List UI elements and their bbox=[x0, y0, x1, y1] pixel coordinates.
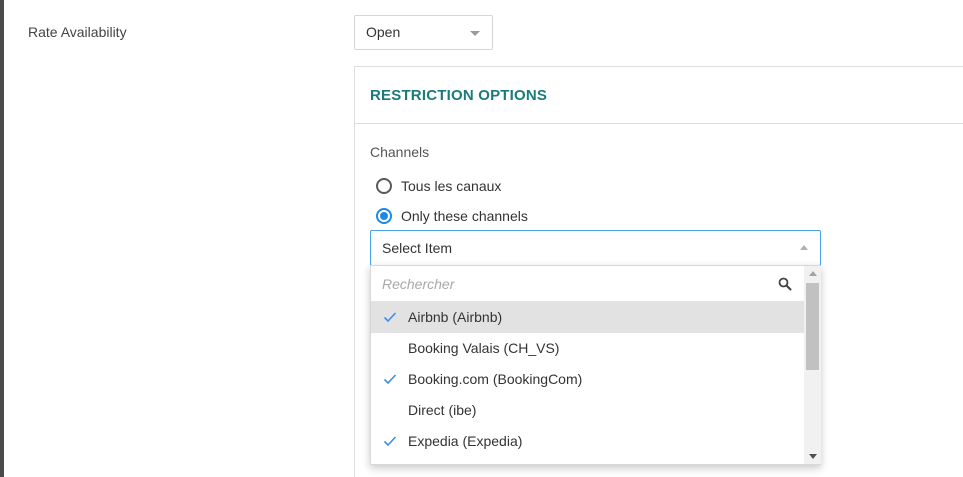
scroll-up-arrow-icon[interactable] bbox=[809, 271, 817, 276]
search-icon[interactable] bbox=[778, 277, 792, 291]
radio-all-channels-label: Tous les canaux bbox=[401, 178, 502, 194]
radio-all-channels[interactable]: Tous les canaux bbox=[376, 177, 501, 195]
option-expedia[interactable]: Expedia (Expedia) bbox=[371, 426, 804, 457]
dropdown-scrollbar[interactable] bbox=[804, 266, 821, 464]
radio-unchecked-icon[interactable] bbox=[376, 178, 392, 194]
dropdown-search bbox=[371, 266, 804, 302]
check-icon bbox=[383, 374, 397, 385]
check-icon bbox=[383, 436, 397, 447]
option-booking-com[interactable]: Booking.com (BookingCom) bbox=[371, 364, 804, 395]
radio-only-these-channels[interactable]: Only these channels bbox=[376, 207, 528, 225]
option-label: Booking Valais (CH_VS) bbox=[408, 340, 560, 356]
channel-select[interactable]: Select Item bbox=[370, 230, 821, 266]
rate-availability-value: Open bbox=[366, 24, 401, 40]
restriction-options-title: RESTRICTION OPTIONS bbox=[355, 67, 963, 124]
option-booking-valais[interactable]: Booking Valais (CH_VS) bbox=[371, 333, 804, 364]
left-edge-strip bbox=[0, 0, 4, 477]
search-input[interactable] bbox=[371, 266, 771, 301]
option-direct[interactable]: Direct (ibe) bbox=[371, 395, 804, 426]
check-icon bbox=[383, 312, 397, 323]
channels-label: Channels bbox=[370, 144, 430, 160]
chevron-up-icon bbox=[800, 245, 808, 250]
option-label: Booking.com (BookingCom) bbox=[408, 371, 583, 387]
scrollbar-thumb[interactable] bbox=[806, 283, 819, 370]
option-label: Direct (ibe) bbox=[408, 402, 477, 418]
option-airbnb[interactable]: Airbnb (Airbnb) bbox=[371, 302, 804, 333]
scroll-down-arrow-icon[interactable] bbox=[809, 454, 817, 459]
option-label: Airbnb (Airbnb) bbox=[408, 309, 503, 325]
radio-only-these-channels-label: Only these channels bbox=[401, 208, 528, 224]
channel-dropdown: Airbnb (Airbnb) Booking Valais (CH_VS) B… bbox=[370, 265, 821, 465]
option-label: Expedia (Expedia) bbox=[408, 433, 523, 449]
rate-availability-label: Rate Availability bbox=[28, 24, 127, 40]
rate-availability-select[interactable]: Open bbox=[354, 15, 493, 50]
radio-checked-icon[interactable] bbox=[376, 208, 392, 224]
channel-select-placeholder: Select Item bbox=[382, 240, 453, 256]
chevron-down-icon bbox=[470, 31, 480, 36]
